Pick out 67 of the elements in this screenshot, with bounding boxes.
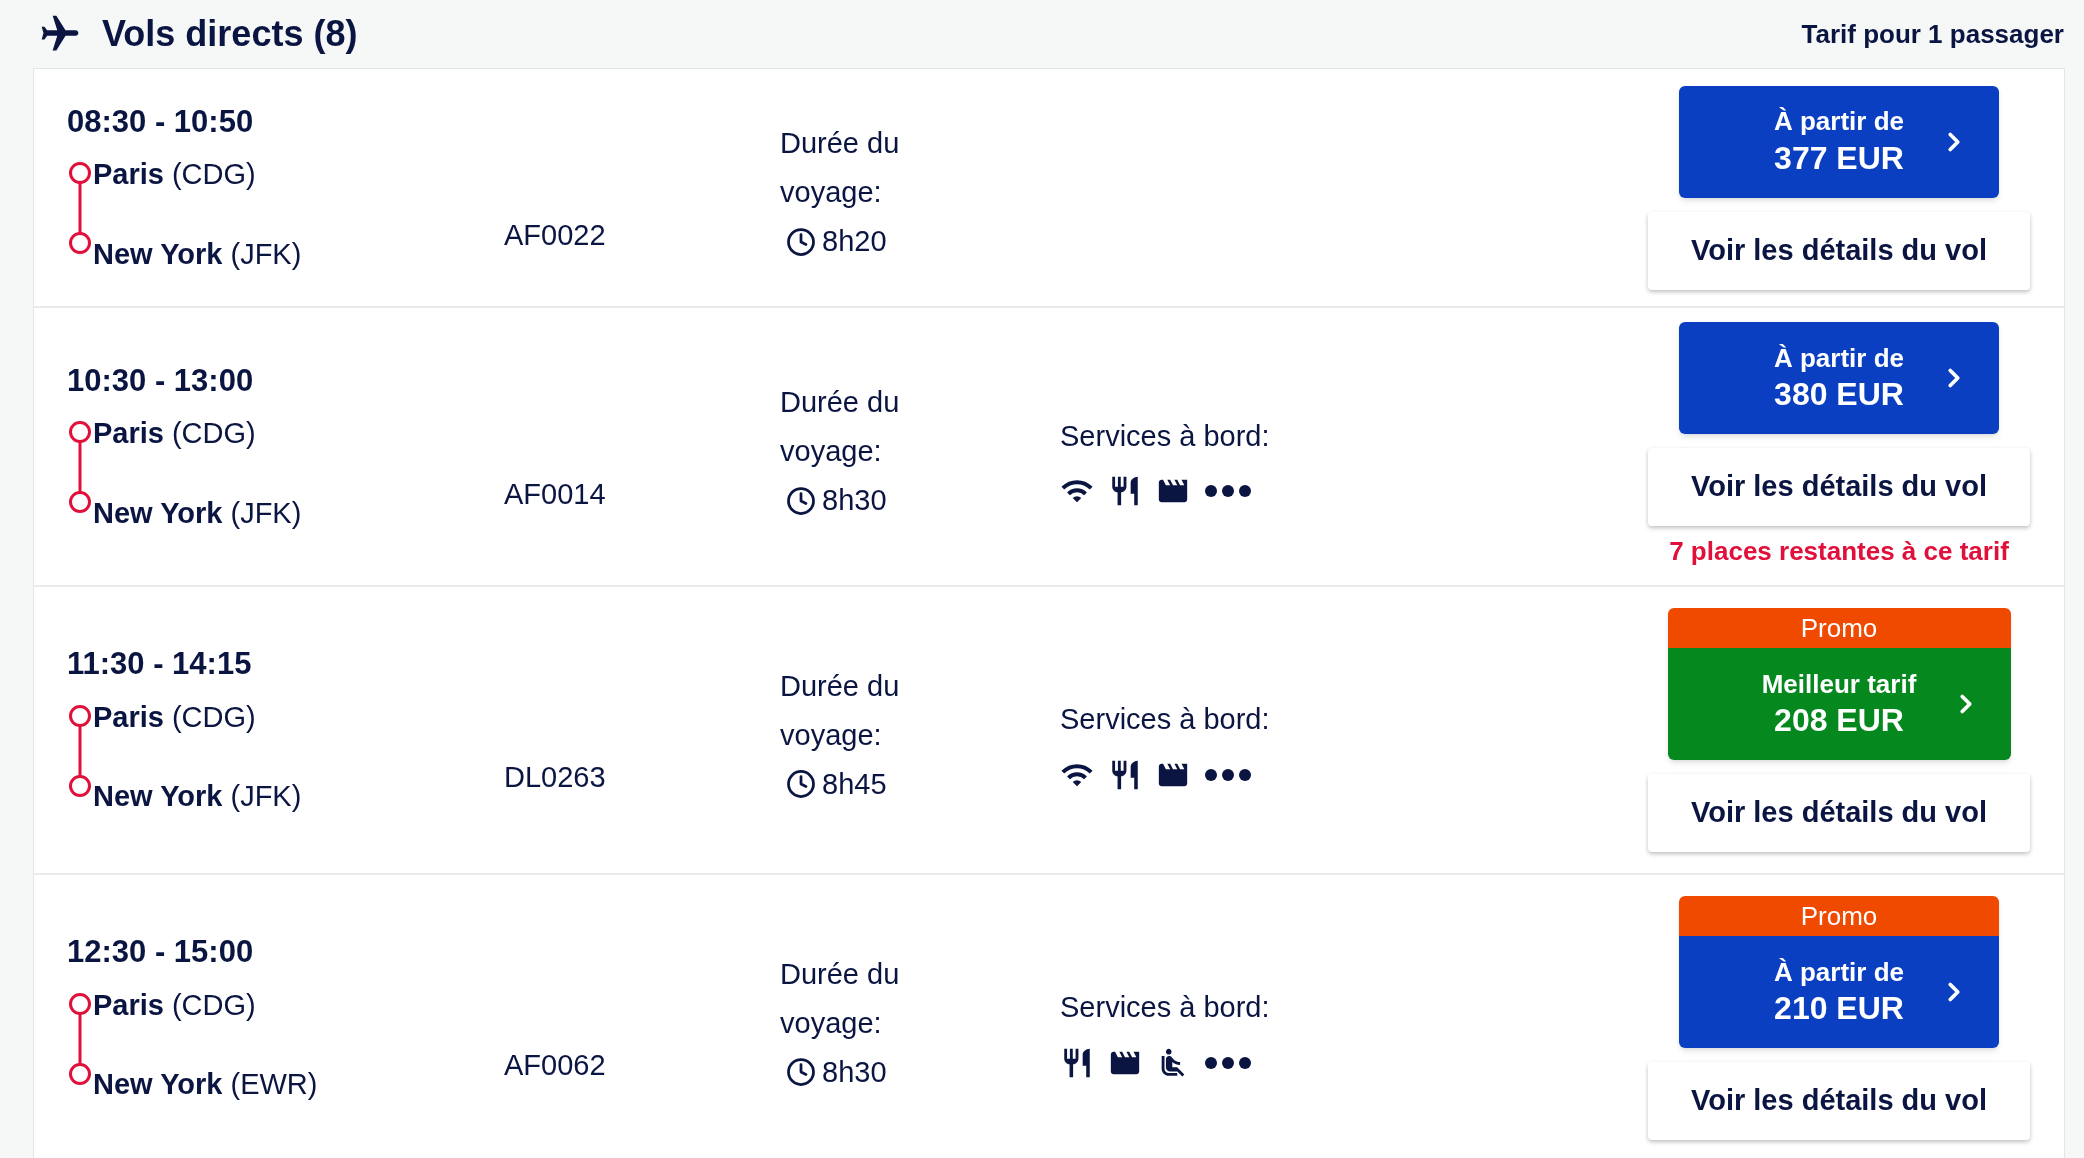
duration-label: Durée du voyage: [780,385,901,469]
price-caption: À partir de [1774,341,1904,375]
flight-times: 11:30 - 14:15 [67,645,253,684]
clock-icon [786,485,816,516]
origin-city: Paris [93,157,164,193]
destination-airport: (JFK) [230,779,302,815]
flight-number: AF0022 [504,218,606,251]
details-button[interactable]: Voir les détails du vol [1648,774,2030,852]
price-amount: 377 EUR [1774,138,1904,178]
origin-city: Paris [93,699,164,735]
origin-airport: (CDG) [171,987,256,1023]
details-button[interactable]: Voir les détails du vol [1648,448,2030,526]
origin-city: Paris [93,416,164,452]
flight-number: AF0014 [504,477,606,510]
duration-value: 8h45 [822,766,887,802]
destination-city: New York [93,779,223,815]
route-line-icon [67,991,93,1086]
price-button[interactable]: À partir de 380 EUR [1679,322,1999,434]
origin-airport: (CDG) [171,416,256,452]
duration-value: 8h30 [822,483,887,518]
services-label: Services à bord: [1060,990,1271,1026]
duration-label: Durée du voyage: [780,126,901,210]
price-amount: 210 EUR [1774,989,1904,1029]
price-amount: 208 EUR [1774,701,1904,741]
origin-airport: (CDG) [171,157,256,193]
route-line-icon [67,420,93,515]
price-amount: 380 EUR [1774,375,1904,415]
price-caption: À partir de [1774,955,1904,989]
flight-times: 08:30 - 10:50 [67,102,255,141]
destination-airport: (EWR) [230,1067,318,1103]
destination-city: New York [93,1067,223,1103]
origin-airport: (CDG) [171,699,256,735]
price-button[interactable]: À partir de 377 EUR [1679,85,1999,198]
duration-label: Durée du voyage: [780,956,901,1041]
price-caption: Meilleur tarif [1761,667,1917,701]
destination-city: New York [93,495,223,531]
origin-city: Paris [93,987,164,1023]
fare-note: Tarif pour 1 passager [1801,17,2064,51]
flight-times: 10:30 - 13:00 [67,361,255,400]
clock-icon [786,226,816,257]
services-label: Services à bord: [1060,418,1271,454]
details-button[interactable]: Voir les détails du vol [1648,1062,2030,1140]
destination-city: New York [93,236,223,272]
details-button[interactable]: Voir les détails du vol [1648,211,2030,290]
flight-number: DL0263 [504,761,606,794]
services-label: Services à bord: [1060,702,1271,738]
flight-times: 12:30 - 15:00 [67,933,255,972]
clock-icon [786,769,816,799]
flight-number: AF0062 [504,1049,606,1082]
price-button[interactable]: À partir de 210 EUR [1679,936,1999,1048]
duration-label: Durée du voyage: [780,668,901,753]
clock-icon [786,1057,816,1087]
destination-airport: (JFK) [230,495,302,531]
promo-banner: Promo [1667,608,2011,648]
promo-banner: Promo [1679,896,1999,936]
price-caption: À partir de [1774,105,1904,138]
more-icon [1204,767,1252,782]
seats-remaining-note: 7 places restantes à ce tarif [1669,535,2009,568]
price-button[interactable]: Meilleur tarif 208 EUR [1667,648,2011,760]
destination-airport: (JFK) [230,236,302,272]
more-icon [1204,1055,1252,1070]
route-line-icon [67,161,93,256]
route-line-icon [67,703,93,798]
duration-value: 8h30 [822,1054,887,1090]
section-title: Vols directs (8) [102,12,358,56]
duration-value: 8h20 [822,224,887,259]
more-icon [1204,484,1252,499]
